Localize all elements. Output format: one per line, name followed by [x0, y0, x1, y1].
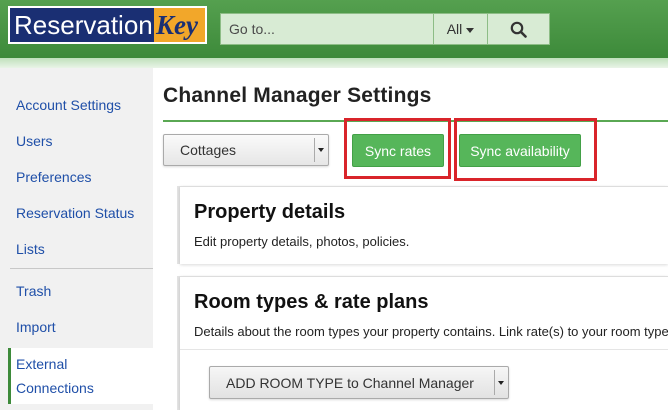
property-select[interactable]: Cottages	[163, 134, 329, 166]
select-arrow	[314, 138, 326, 162]
caret-down-icon	[497, 380, 504, 385]
page-title: Channel Manager Settings	[163, 84, 432, 107]
sidebar-item-reservation-status[interactable]: Reservation Status	[16, 201, 134, 225]
add-room-type-value: ADD ROOM TYPE to Channel Manager	[226, 375, 474, 391]
chevron-down-icon	[466, 27, 475, 33]
search-scope-dropdown[interactable]: All	[433, 14, 487, 44]
sidebar-item-account-settings[interactable]: Account Settings	[16, 93, 121, 117]
property-details-title: Property details	[194, 201, 346, 223]
sidebar-item-lists[interactable]: Lists	[16, 237, 45, 261]
logo-text-key: Key	[154, 8, 205, 42]
property-select-value: Cottages	[180, 142, 237, 158]
add-room-type-select[interactable]: ADD ROOM TYPE to Channel Manager	[209, 366, 509, 399]
search-scope-label: All	[446, 21, 463, 37]
search-icon	[510, 21, 527, 38]
search-button[interactable]	[487, 14, 549, 44]
sidebar-item-trash[interactable]: Trash	[16, 279, 51, 303]
sidebar-item-import[interactable]: Import	[16, 315, 56, 339]
logo-text-reservation: Reservation	[10, 8, 154, 42]
card-divider	[180, 349, 668, 350]
header-divider-strip	[0, 58, 668, 68]
settings-sidebar: Account Settings Users Preferences Reser…	[0, 68, 153, 410]
sidebar-item-external-connections[interactable]: External Connections	[8, 348, 153, 404]
highlight-box-sync-availability	[454, 118, 597, 181]
property-details-description: Edit property details, photos, policies.	[194, 234, 410, 249]
sidebar-item-label-line2: Connections	[16, 380, 94, 396]
sidebar-item-users[interactable]: Users	[16, 129, 53, 153]
reservation-key-logo[interactable]: Reservation Key	[8, 6, 207, 44]
room-types-description: Details about the room types your proper…	[194, 324, 668, 339]
select-arrow	[494, 370, 506, 395]
highlight-box-sync-rates	[344, 118, 451, 179]
global-search-bar: All	[220, 13, 550, 45]
sidebar-divider	[10, 268, 153, 269]
sidebar-item-label-line1: External	[16, 356, 68, 372]
caret-down-icon	[317, 148, 324, 152]
top-navigation-bar: Reservation Key All	[0, 0, 668, 58]
property-details-card[interactable]: Property details Edit property details, …	[180, 186, 668, 264]
room-types-title: Room types & rate plans	[194, 291, 429, 313]
search-input[interactable]	[221, 14, 433, 44]
sidebar-item-preferences[interactable]: Preferences	[16, 165, 91, 189]
